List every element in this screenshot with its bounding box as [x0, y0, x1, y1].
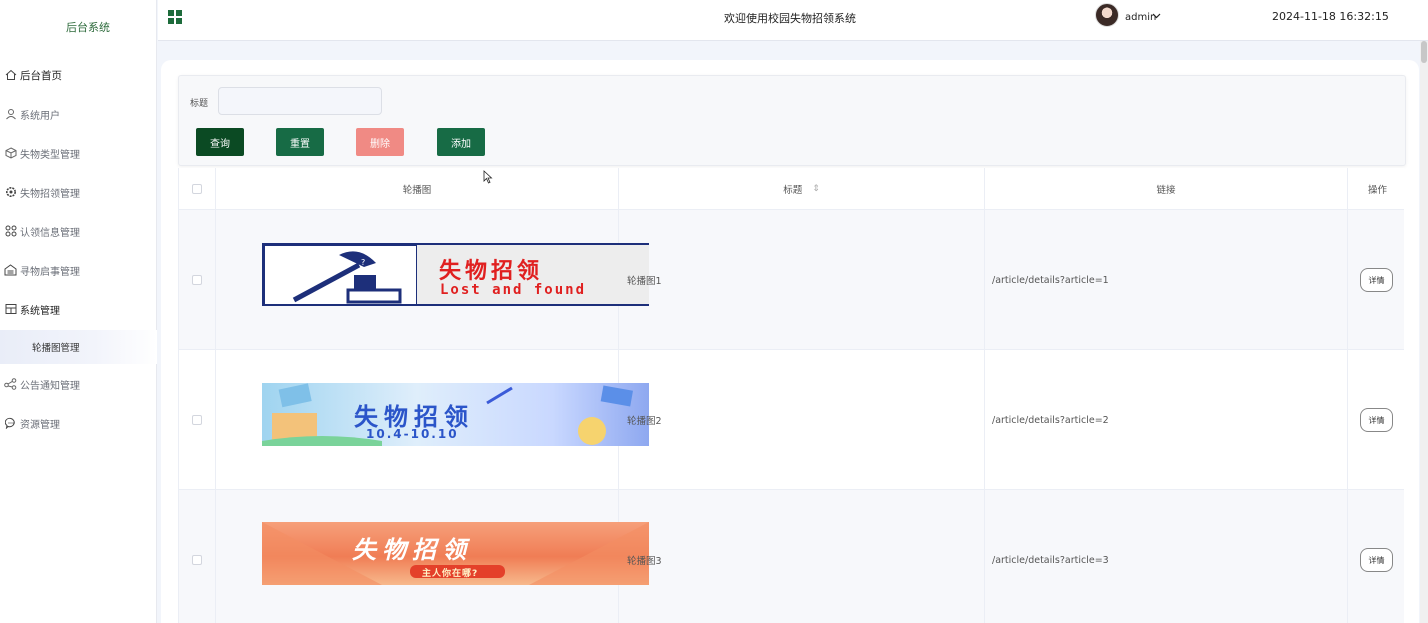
sidebar-item-users[interactable]: 系统用户 — [0, 102, 157, 126]
page-title: 欢迎使用校园失物招领系统 — [724, 12, 856, 25]
sidebar-item-announcements[interactable]: 公告通知管理 — [0, 372, 157, 396]
row-checkbox[interactable] — [192, 555, 202, 565]
table-row: ? 失物招领 Lost and found 轮播图1 /article/deta… — [179, 210, 1404, 350]
clipboard-icon — [4, 264, 17, 277]
title-cell: 轮播图1 — [619, 210, 985, 350]
search-input[interactable] — [218, 87, 382, 115]
detail-button[interactable]: 详情 — [1360, 408, 1393, 432]
sidebar-item-label: 资源管理 — [20, 419, 60, 431]
add-button[interactable]: 添加 — [437, 128, 485, 156]
header-checkbox-cell — [179, 168, 216, 210]
sidebar-item-notices[interactable]: 寻物启事管理 — [0, 258, 157, 282]
sidebar: 后台系统 后台首页 系统用户 失物类型管理 失物招领管理 认领信息管理 寻物启事… — [0, 0, 157, 623]
carousel-image: 失物招领 主人你在哪? — [262, 522, 649, 585]
svg-text:?: ? — [361, 258, 365, 267]
datetime: 2024-11-18 16:32:15 — [1272, 10, 1389, 23]
sidebar-subitem-carousel[interactable]: 轮播图管理 — [0, 330, 157, 364]
banner-subtitle: Lost and found — [440, 282, 587, 298]
image-cell: ? 失物招领 Lost and found — [216, 210, 649, 350]
avatar[interactable] — [1095, 3, 1119, 27]
link-cell: /article/details?article=2 — [985, 350, 1348, 490]
table-header: 轮播图 标题 ⇕ 链接 操作 — [179, 168, 1404, 210]
sidebar-item-label: 系统管理 — [20, 305, 60, 317]
search-label: 标题 — [190, 99, 209, 109]
sidebar-item-label: 失物招领管理 — [20, 188, 80, 200]
action-cell: 详情 — [1348, 350, 1404, 490]
table-row: 失物招领 10.4-10.10 轮播图2 /article/details?ar… — [179, 350, 1404, 490]
cube-icon — [4, 147, 17, 160]
link-cell: /article/details?article=1 — [985, 210, 1348, 350]
sidebar-item-types[interactable]: 失物类型管理 — [0, 141, 157, 165]
sidebar-item-label: 公告通知管理 — [20, 380, 80, 392]
search-panel: 标题 查询 重置 删除 添加 — [178, 75, 1406, 166]
home-icon — [4, 69, 17, 82]
link-cell: /article/details?article=3 — [985, 490, 1348, 623]
share-icon — [4, 378, 17, 391]
row-checkbox-cell — [179, 350, 216, 490]
scrollbar-thumb[interactable] — [1421, 41, 1427, 63]
sidebar-item-system[interactable]: 系统管理 — [0, 297, 157, 321]
action-cell: 详情 — [1348, 210, 1404, 350]
banner-subtitle: 主人你在哪? — [422, 569, 479, 579]
carousel-table: 轮播图 标题 ⇕ 链接 操作 ? 失物招领 Lost and found 轮播图… — [178, 168, 1404, 623]
header-action: 操作 — [1367, 185, 1387, 196]
sort-icon[interactable]: ⇕ — [812, 184, 820, 194]
carousel-image: 失物招领 10.4-10.10 — [262, 383, 649, 446]
sidebar-item-label: 系统用户 — [20, 110, 60, 122]
detail-button[interactable]: 详情 — [1360, 268, 1393, 292]
page-scrollbar[interactable] — [1420, 41, 1428, 623]
sidebar-item-lostfound[interactable]: 失物招领管理 — [0, 180, 157, 204]
row-checkbox[interactable] — [192, 415, 202, 425]
action-cell: 详情 — [1348, 490, 1404, 623]
header-title[interactable]: 标题 ⇕ — [619, 168, 985, 210]
banner-title: 失物招领 — [439, 259, 544, 284]
gear-icon — [4, 186, 17, 199]
title-cell: 轮播图3 — [619, 490, 985, 623]
menu-toggle-icon[interactable] — [168, 10, 182, 24]
row-checkbox[interactable] — [192, 275, 202, 285]
query-button[interactable]: 查询 — [196, 128, 244, 156]
header-link: 链接 — [985, 168, 1348, 210]
header-image: 轮播图 — [216, 168, 619, 210]
image-cell: 失物招领 10.4-10.10 — [216, 350, 649, 490]
brand-title: 后台系统 — [66, 21, 110, 34]
sidebar-item-label: 后台首页 — [20, 69, 62, 82]
chat-icon — [4, 417, 17, 430]
detail-button[interactable]: 详情 — [1360, 548, 1393, 572]
top-header: 欢迎使用校园失物招领系统 admin 2024-11-18 16:32:15 — [158, 0, 1428, 41]
sidebar-item-label: 认领信息管理 — [20, 227, 80, 239]
row-checkbox-cell — [179, 210, 216, 350]
row-checkbox-cell — [179, 490, 216, 623]
select-all-checkbox[interactable] — [192, 184, 202, 194]
mouse-cursor-icon — [483, 170, 493, 184]
sidebar-item-home[interactable]: 后台首页 — [0, 63, 157, 87]
carousel-image: ? 失物招领 Lost and found — [262, 243, 649, 306]
header-title-label: 标题 — [783, 185, 803, 196]
grid-icon — [4, 225, 17, 238]
sidebar-item-label: 失物类型管理 — [20, 149, 80, 161]
layout-icon — [4, 303, 17, 316]
banner-subtitle: 10.4-10.10 — [366, 427, 459, 441]
chevron-down-icon[interactable] — [1152, 11, 1161, 23]
banner-title: 失物招领 — [352, 536, 472, 564]
delete-button[interactable]: 删除 — [356, 128, 404, 156]
sidebar-item-resources[interactable]: 资源管理 — [0, 411, 157, 435]
image-cell: 失物招领 主人你在哪? — [216, 490, 649, 623]
table-row: 失物招领 主人你在哪? 轮播图3 /article/details?articl… — [179, 490, 1404, 623]
title-cell: 轮播图2 — [619, 350, 985, 490]
user-icon — [4, 108, 17, 121]
sidebar-item-claims[interactable]: 认领信息管理 — [0, 219, 157, 243]
sidebar-item-label: 寻物启事管理 — [20, 266, 80, 278]
reset-button[interactable]: 重置 — [276, 128, 324, 156]
